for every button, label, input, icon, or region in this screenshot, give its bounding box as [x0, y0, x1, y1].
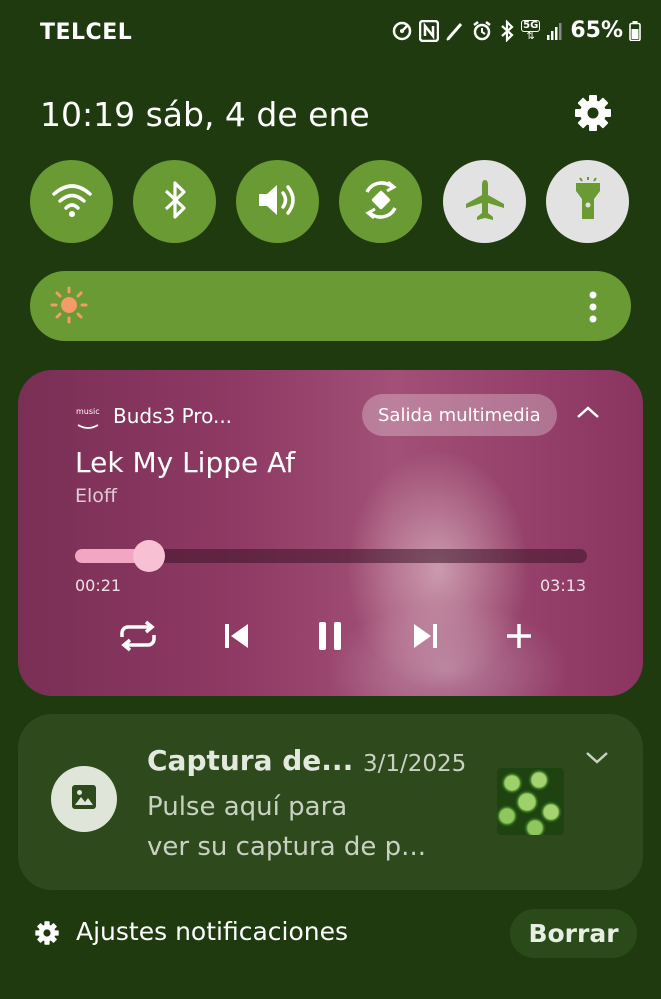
- more-options-icon[interactable]: [589, 291, 597, 327]
- notification-settings-gear-icon[interactable]: [34, 920, 60, 950]
- amazon-music-app-icon: music: [76, 408, 100, 435]
- brightness-sun-icon: [50, 286, 88, 328]
- chevron-down-icon[interactable]: [585, 750, 609, 769]
- notification-app-icon: [51, 766, 117, 832]
- screenshot-notification[interactable]: Captura de... 3/1/2025 Pulse aquí para v…: [18, 714, 643, 890]
- add-button[interactable]: [499, 618, 539, 658]
- pen-icon: [445, 20, 465, 42]
- total-time: 03:13: [540, 576, 587, 595]
- alarm-icon: [471, 20, 493, 42]
- battery-percentage: 65%: [570, 18, 623, 43]
- status-icons: 5G ⇅ 65%: [391, 18, 641, 43]
- repeat-button[interactable]: [118, 618, 158, 658]
- bluetooth-icon: [162, 180, 188, 224]
- image-icon: [70, 783, 98, 815]
- nfc-icon: [419, 19, 440, 42]
- data-saver-icon: [391, 20, 413, 42]
- media-progress-thumb[interactable]: [133, 540, 165, 572]
- auto-rotate-toggle[interactable]: [339, 160, 422, 243]
- airplane-icon: [462, 177, 508, 227]
- skip-next-icon: [412, 621, 440, 655]
- wifi-icon: [51, 182, 93, 222]
- notification-date: 3/1/2025: [363, 751, 467, 777]
- flashlight-toggle[interactable]: [546, 160, 629, 243]
- skip-previous-icon: [222, 621, 250, 655]
- notification-body-line-2: ver su captura de p...: [147, 832, 426, 862]
- bluetooth-toggle[interactable]: [133, 160, 216, 243]
- clock-date: 10:19 sáb, 4 de ene: [40, 95, 370, 134]
- battery-icon: [629, 20, 641, 41]
- media-player-card[interactable]: music Buds3 Pro... Salida multimedia Lek…: [18, 370, 643, 696]
- auto-rotate-icon: [359, 178, 403, 226]
- pause-button[interactable]: [310, 618, 350, 658]
- volume-icon: [255, 180, 301, 224]
- chevron-up-icon[interactable]: [576, 404, 600, 423]
- notification-body-line-1: Pulse aquí para: [147, 792, 348, 822]
- sound-toggle[interactable]: [236, 160, 319, 243]
- wifi-toggle[interactable]: [30, 160, 113, 243]
- media-output-device: Buds3 Pro...: [113, 404, 233, 428]
- media-progress-bar[interactable]: [75, 540, 587, 572]
- network-5g-icon: 5G ⇅: [521, 19, 541, 42]
- media-output-button[interactable]: Salida multimedia: [362, 394, 557, 436]
- next-button[interactable]: [406, 618, 446, 658]
- screenshot-thumbnail[interactable]: [497, 768, 564, 835]
- notification-title: Captura de...: [147, 744, 354, 777]
- repeat-icon: [116, 619, 160, 657]
- plus-icon: [504, 621, 534, 655]
- flashlight-icon: [568, 176, 608, 227]
- carrier-name: TELCEL: [40, 20, 133, 45]
- clear-all-button[interactable]: Borrar: [510, 909, 637, 958]
- elapsed-time: 00:21: [75, 576, 122, 595]
- airplane-mode-toggle[interactable]: [443, 160, 526, 243]
- brightness-slider[interactable]: [30, 271, 631, 341]
- pause-icon: [316, 620, 344, 656]
- notification-settings-link[interactable]: Ajustes notificaciones: [76, 917, 348, 946]
- previous-button[interactable]: [216, 618, 256, 658]
- signal-icon: [546, 21, 562, 41]
- song-title: Lek My Lippe Af: [75, 446, 296, 479]
- artist-name: Eloff: [75, 485, 117, 507]
- bluetooth-status-icon: [499, 19, 515, 42]
- status-bar: TELCEL 5G ⇅ 65%: [0, 0, 661, 66]
- settings-gear-icon[interactable]: [573, 93, 613, 133]
